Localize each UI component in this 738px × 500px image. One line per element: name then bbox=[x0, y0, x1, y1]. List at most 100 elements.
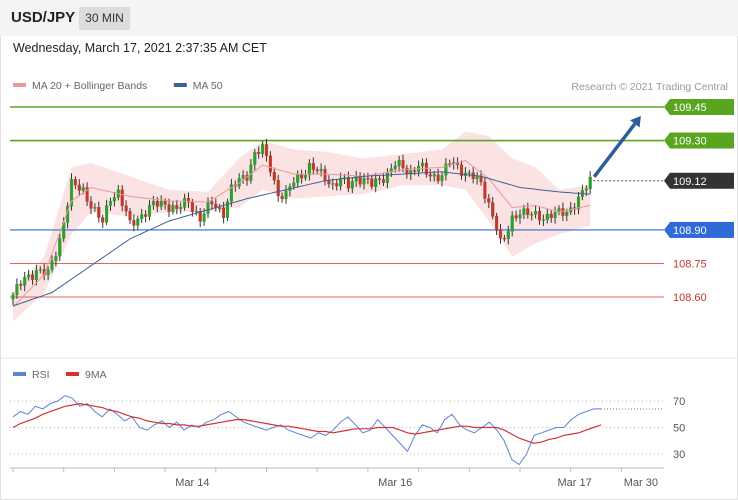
level-label-current: 109.12 bbox=[673, 176, 707, 188]
copyright-label: Research © 2021 Trading Central bbox=[571, 81, 728, 93]
rsi-tick-label: 50 bbox=[673, 423, 685, 435]
candle-body bbox=[101, 217, 105, 223]
level-tag-pointer bbox=[664, 221, 670, 238]
rsi-tick-label: 30 bbox=[673, 449, 685, 461]
candle-body bbox=[249, 164, 253, 181]
legend-swatch bbox=[173, 83, 187, 87]
candle-body bbox=[393, 165, 397, 169]
candle-body bbox=[50, 260, 54, 270]
price-chart: MA 20 + Bollinger Bands MA 50 Research © 2… bbox=[0, 80, 738, 489]
candle-body bbox=[553, 212, 557, 219]
candle-body bbox=[108, 201, 113, 206]
candle-body bbox=[385, 172, 389, 183]
candle-body bbox=[147, 204, 152, 217]
candle-body bbox=[140, 214, 144, 219]
candle-body bbox=[522, 208, 526, 215]
candle-body bbox=[257, 152, 261, 154]
candle-body bbox=[502, 238, 506, 240]
candle-body bbox=[315, 169, 319, 171]
candle-body bbox=[241, 175, 245, 179]
candle-body bbox=[218, 207, 222, 209]
candle-body bbox=[545, 213, 549, 220]
candle-body bbox=[73, 179, 77, 186]
candle-body bbox=[46, 269, 50, 276]
candle-body bbox=[171, 205, 175, 212]
candle-body bbox=[541, 219, 545, 221]
rsi-tick-label: 70 bbox=[673, 396, 685, 408]
legend-label: MA 20 + Bollinger Bands bbox=[32, 80, 147, 92]
x-tick-label: Mar 17 bbox=[557, 477, 591, 489]
candle-body bbox=[432, 174, 436, 177]
candle-body bbox=[327, 180, 331, 185]
candle-body bbox=[510, 215, 514, 232]
candle-body bbox=[381, 179, 386, 183]
candle-body bbox=[27, 274, 31, 278]
candle-body bbox=[498, 229, 503, 239]
x-tick-label: Mar 16 bbox=[378, 477, 412, 489]
candle-body bbox=[366, 178, 370, 180]
x-tick-label: Mar 14 bbox=[175, 477, 209, 489]
candle-body bbox=[292, 182, 296, 187]
candle-body bbox=[132, 220, 136, 226]
candle-body bbox=[346, 177, 350, 189]
candle-body bbox=[163, 200, 167, 205]
candle-body bbox=[491, 202, 495, 217]
candle-body bbox=[159, 200, 163, 207]
candle-body bbox=[155, 200, 159, 207]
candle-body bbox=[420, 162, 425, 167]
candle-body bbox=[335, 183, 339, 187]
legend-swatch bbox=[13, 83, 26, 87]
candle-body bbox=[202, 213, 206, 222]
candle-body bbox=[97, 207, 101, 218]
candle-body bbox=[530, 214, 534, 216]
candle-body bbox=[284, 190, 288, 200]
candle-body bbox=[30, 274, 35, 280]
candle-body bbox=[190, 202, 194, 212]
candle-body bbox=[54, 255, 58, 261]
candle-body bbox=[588, 176, 592, 190]
legend-label: MA 50 bbox=[193, 80, 223, 92]
level-label-resistance: 109.30 bbox=[673, 136, 707, 148]
level-tag-pointer bbox=[664, 132, 670, 149]
candle-body bbox=[179, 207, 183, 209]
candle-body bbox=[331, 183, 335, 185]
candle-body bbox=[34, 270, 38, 280]
candle-body bbox=[374, 178, 378, 187]
candle-body bbox=[319, 169, 323, 171]
candle-body bbox=[19, 283, 23, 286]
candle-body bbox=[151, 200, 155, 206]
candle-body bbox=[183, 197, 187, 208]
candle-body bbox=[81, 187, 85, 191]
candle-body bbox=[300, 174, 304, 179]
candle-body bbox=[370, 178, 374, 187]
level-label-pivot: 108.90 bbox=[673, 225, 707, 237]
candle-body bbox=[518, 214, 522, 219]
candle-body bbox=[534, 210, 538, 215]
candle-body bbox=[89, 201, 93, 209]
candle-body bbox=[280, 195, 284, 200]
candle-body bbox=[350, 181, 354, 189]
candle-body bbox=[210, 201, 214, 205]
candle-body bbox=[565, 211, 569, 216]
candle-body bbox=[128, 211, 132, 221]
candle-body bbox=[397, 160, 401, 167]
candle-body bbox=[93, 207, 97, 209]
candle-body bbox=[175, 205, 179, 209]
forecast-arrow bbox=[592, 122, 637, 178]
candle-body bbox=[323, 169, 327, 181]
candle-body bbox=[561, 208, 565, 216]
candle-body bbox=[268, 155, 272, 173]
level-label-support: 108.60 bbox=[673, 292, 707, 304]
candle-body bbox=[311, 163, 315, 170]
candle-body bbox=[362, 178, 366, 185]
candle-body bbox=[440, 175, 444, 182]
level-label-support: 108.75 bbox=[673, 258, 707, 270]
candle-body bbox=[58, 238, 62, 257]
candle-body bbox=[124, 205, 128, 212]
level-label-resistance: 109.45 bbox=[673, 102, 707, 114]
rsi-series-9ma bbox=[12, 402, 602, 445]
candle-body bbox=[23, 276, 27, 286]
candle-body bbox=[112, 197, 116, 202]
candle-body bbox=[272, 172, 276, 181]
candle-body bbox=[296, 174, 300, 183]
